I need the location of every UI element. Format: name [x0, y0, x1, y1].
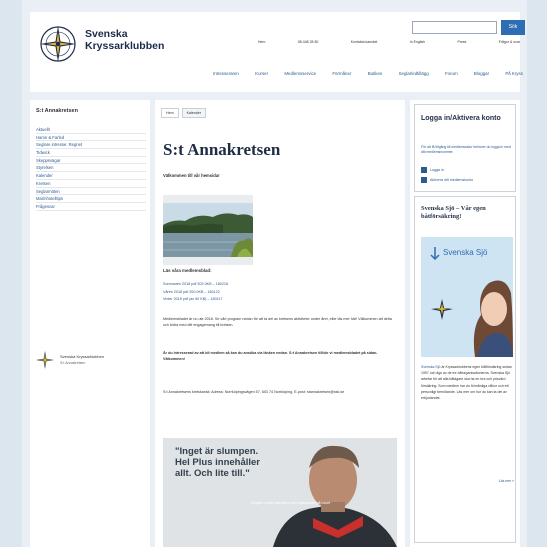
- ad-line: allt. Och lite till.": [175, 468, 250, 479]
- brand-line-2: Kryssarklubben: [85, 40, 165, 52]
- newsletter-caption: Läs våra medlemsblad:: [163, 268, 212, 273]
- tab-calendar[interactable]: Kalender: [181, 108, 206, 118]
- login-description: För att få tillgång till medlemssidor be…: [421, 145, 511, 154]
- login-link[interactable]: Logga in: [421, 167, 444, 173]
- sidebar-item[interactable]: Styrelsen: [36, 164, 146, 173]
- sidebar-org-name: Svenska Kryssarklubben: [60, 354, 105, 359]
- brand-name[interactable]: Svenska Kryssarklubben: [85, 28, 164, 52]
- ad-subtext: Seglare sedan barnsben och fortfarande p…: [251, 501, 331, 505]
- sidebar-item[interactable]: Kalender: [36, 172, 146, 180]
- newsletter-link[interactable]: Vinter 2018 pdf (av 60 KB) – 180117: [163, 296, 228, 304]
- brand-line-1: Svenska: [85, 28, 128, 40]
- promo-banner[interactable]: Svenska Sjö: [421, 237, 513, 357]
- nav-item[interactable]: Kurser: [255, 71, 268, 76]
- intro-paragraph: Medlemsbladet är nu ute 2018. Se vårt pr…: [163, 317, 392, 327]
- sidebar-item[interactable]: Kretsen: [36, 180, 146, 188]
- sidebar-item[interactable]: Skeppsvägar: [36, 157, 146, 165]
- top-link-contact[interactable]: Kontakta kansliet: [351, 40, 378, 44]
- top-link-press[interactable]: Press: [457, 40, 466, 44]
- left-sidebar: S:t Annakretsen Aktuellt Hamn & Farled S…: [30, 100, 150, 547]
- tab-home[interactable]: Hem: [161, 108, 179, 118]
- sidebar-org[interactable]: Svenska Kryssarklubben S:t Annakretsen: [36, 351, 146, 371]
- page-title: S:t Annakretsen: [163, 140, 281, 159]
- ad-headline: "Inget är slumpen. Hel Plus innehåller a…: [175, 446, 260, 479]
- newsletter-links: Sommaren 2018 pdf 302.0KB – 180218 Våren…: [163, 281, 228, 304]
- sidebar-org-sub: S:t Annakretsen: [60, 361, 86, 365]
- nav-item[interactable]: Förmåner: [332, 71, 351, 76]
- top-link-english[interactable]: In English: [410, 40, 425, 44]
- activate-icon: [421, 177, 427, 183]
- newsletter-link[interactable]: Våren 2018 pdf 200.0KB – 180122: [163, 289, 228, 297]
- nav-item[interactable]: Butiken: [368, 71, 383, 76]
- sidebar-item[interactable]: Seglare intresse: Regnet: [36, 141, 146, 150]
- promo-read-more[interactable]: Läs mer »: [499, 479, 514, 483]
- nav-item[interactable]: På Kryss: [505, 71, 523, 76]
- sidebar-item[interactable]: Tidwick: [36, 149, 146, 157]
- promo-text-link[interactable]: Svenska Sjö: [421, 365, 440, 369]
- sidebar-title[interactable]: S:t Annakretsen: [36, 108, 78, 114]
- search-input[interactable]: [412, 21, 497, 34]
- login-icon: [421, 167, 427, 173]
- sidebar-item[interactable]: Marinhotelltips: [36, 195, 146, 203]
- login-link-label: Logga in: [430, 168, 444, 172]
- nav-item[interactable]: Forum: [445, 71, 458, 76]
- sidebar-item[interactable]: Seglarmöten: [36, 188, 146, 196]
- nav-item[interactable]: Seglarledtillägg: [399, 71, 429, 76]
- sidebar-item[interactable]: Hamn & Farled: [36, 134, 146, 142]
- main-nav: Intresseraren Kurser Medlemsservice Förm…: [213, 71, 523, 76]
- promo-text-body: är Kryssarklubbens egen båtförsäkring se…: [421, 365, 512, 401]
- main-content: Hem Kalender S:t Annakretsen Välkommen t…: [155, 100, 405, 547]
- top-link-home[interactable]: Hem: [258, 40, 265, 44]
- welcome-text: Välkommen till vår hemsida!: [163, 173, 220, 178]
- promo-title: Svenska Sjö – Vår egen båtförsäkring!: [421, 205, 486, 220]
- archipelago-photo: [163, 195, 253, 265]
- promo-box: Svenska Sjö – Vår egen båtförsäkring! Sv…: [414, 196, 516, 543]
- nav-item[interactable]: Bloggar: [474, 71, 489, 76]
- search-button[interactable]: Sök: [501, 20, 525, 35]
- top-link-faq[interactable]: Frågor & svar: [499, 40, 520, 44]
- contact-paragraph: S:t Annakretsens kretskansli: Adress: No…: [163, 390, 345, 394]
- compass-logo-icon[interactable]: [38, 24, 78, 64]
- login-box: Logga in/Aktivera konto För att få tillg…: [414, 104, 516, 192]
- promo-text: Svenska Sjö är Kryssarklubbens egen båtf…: [421, 364, 513, 401]
- promo-brand-text: Svenska Sjö: [443, 248, 488, 257]
- ad-line: "Inget är slumpen.: [175, 446, 259, 457]
- top-links: Hem 08-448 28 80 Kontakta kansliet In En…: [258, 40, 520, 44]
- nav-item[interactable]: Medlemsservice: [284, 71, 316, 76]
- insurance-ad-banner[interactable]: "Inget är slumpen. Hel Plus innehåller a…: [163, 438, 397, 547]
- sidebar-menu: Aktuellt Hamn & Farled Seglare intresse:…: [36, 126, 146, 211]
- right-column: Logga in/Aktivera konto För att få tillg…: [410, 100, 520, 547]
- sidebar-item[interactable]: Frågesvar: [36, 203, 146, 211]
- ad-line: Hel Plus innehåller: [175, 457, 260, 468]
- compass-small-icon: [36, 351, 54, 369]
- top-link-phone[interactable]: 08-448 28 80: [298, 40, 319, 44]
- login-title: Logga in/Aktivera konto: [421, 115, 501, 122]
- content-tabs: Hem Kalender: [161, 108, 206, 118]
- newsletter-link[interactable]: Sommaren 2018 pdf 302.0KB – 180218: [163, 281, 228, 289]
- activate-link[interactable]: Aktivera ditt medlemskonto: [421, 177, 473, 183]
- activate-link-label: Aktivera ditt medlemskonto: [430, 178, 474, 182]
- membership-paragraph: Är du intresserad av att bli medlem så k…: [163, 351, 378, 361]
- sidebar-item[interactable]: Aktuellt: [36, 126, 146, 134]
- nav-item[interactable]: Intresseraren: [213, 71, 239, 76]
